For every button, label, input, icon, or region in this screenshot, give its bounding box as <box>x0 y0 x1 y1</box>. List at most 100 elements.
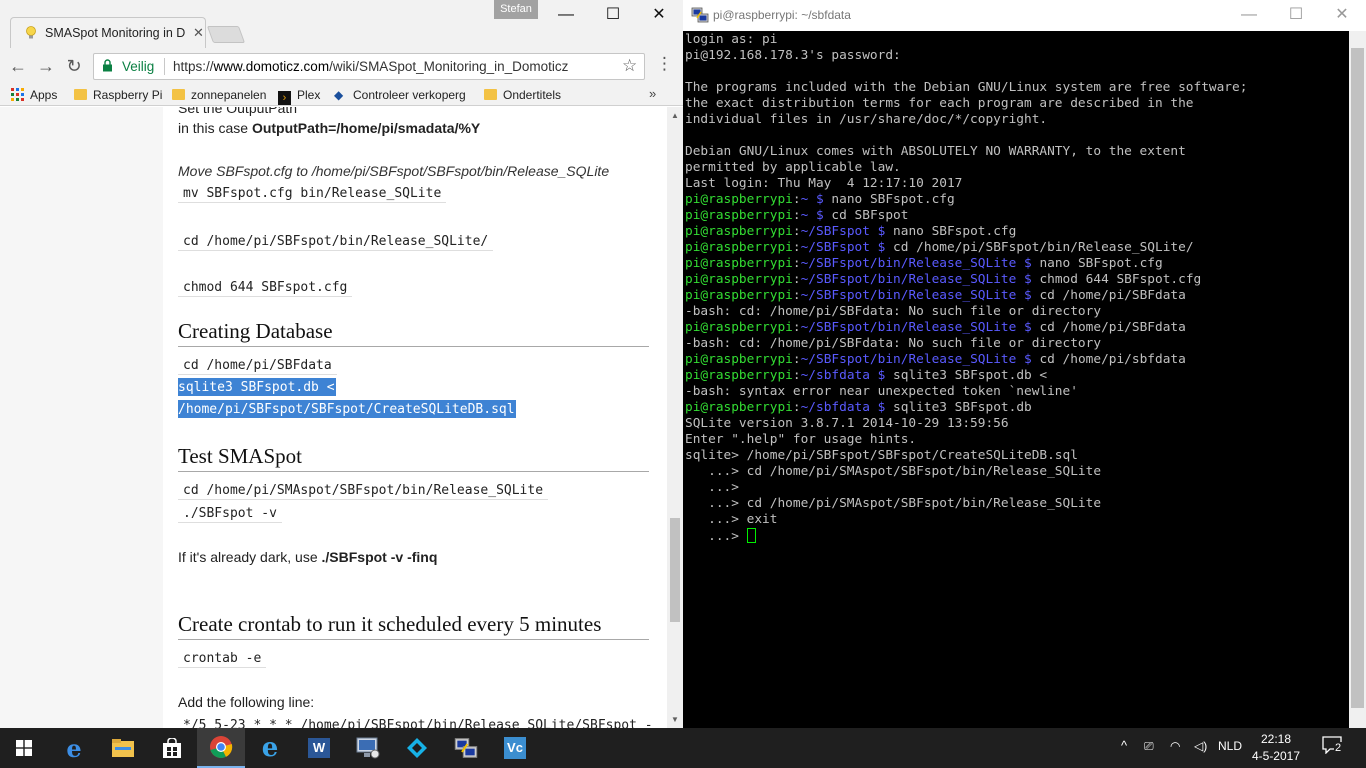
clock-time: 22:18 <box>1260 732 1292 746</box>
prompt-colon: : <box>792 400 801 415</box>
output-prefix: in this case <box>178 120 252 136</box>
terminal[interactable]: login as: pi pi@192.168.178.3's password:… <box>685 31 1347 728</box>
output-path-value: OutputPath=/home/pi/smadata/%Y <box>251 120 481 136</box>
heading-creating-database: Creating Database <box>178 319 649 347</box>
tab-close-icon[interactable]: ✕ <box>193 25 204 41</box>
page-scrollbar[interactable]: ▲ ▼ <box>667 107 683 728</box>
terminal-prompt-line: pi@raspberrypi:~/SBFspot/bin/Release_SQL… <box>685 272 1201 288</box>
url-path: /wiki/SMASpot_Monitoring_in_Domoticz <box>329 59 569 74</box>
terminal-output-line: Enter ".help" for usage hints. <box>685 432 917 447</box>
url-scheme: https:// <box>173 59 214 74</box>
bookmarks-overflow-icon[interactable]: » <box>649 86 656 101</box>
terminal-prompt-line: pi@raspberrypi:~ $ cd SBFspot <box>685 208 908 224</box>
scroll-down-icon[interactable]: ▼ <box>671 715 679 724</box>
code-cd-data: cd /home/pi/SBFdata <box>178 355 337 375</box>
bookmark-label: Controleer verkoperg <box>353 88 466 102</box>
minimize-icon[interactable]: — <box>1226 0 1272 30</box>
remote-desktop-icon[interactable] <box>344 728 392 768</box>
taskbar: e e W Vc ^ ⎚ ◠ ◁) NLD 22:18 4-5-2017 2 <box>0 728 1366 768</box>
bookmark-plex[interactable]: › Plex <box>278 86 321 105</box>
address-bar[interactable]: Veilig https://www.domoticz.com/wiki/SMA… <box>93 53 645 80</box>
internet-explorer-icon[interactable]: e <box>246 728 294 768</box>
dark-command: ./SBFspot -v -finq <box>321 549 438 565</box>
ie-glyph: e <box>261 733 279 763</box>
forward-icon[interactable]: → <box>34 54 58 78</box>
url-host: www.domoticz.com <box>213 59 330 74</box>
clock[interactable]: 22:18 4-5-2017 <box>1244 731 1308 765</box>
prompt-path: ~/SBFspot $ <box>800 240 886 255</box>
bookmark-apps[interactable]: Apps <box>11 86 57 104</box>
maximize-icon[interactable]: ☐ <box>1273 0 1319 30</box>
terminal-output-line: SQLite version 3.8.7.1 2014-10-29 13:59:… <box>685 416 1009 431</box>
prompt-colon: : <box>792 288 801 303</box>
bag-icon <box>163 738 181 758</box>
bookmark-label: Apps <box>30 88 58 102</box>
volume-icon[interactable]: ◁) <box>1194 739 1207 753</box>
bookmark-label: Plex <box>297 88 321 102</box>
close-icon[interactable]: ✕ <box>636 0 682 30</box>
terminal-output-line: individual files in /usr/share/doc/*/cop… <box>685 112 1048 127</box>
terminal-output-line: the exact distribution terms for each pr… <box>685 96 1194 111</box>
file-explorer-icon[interactable] <box>99 728 147 768</box>
notification-center-icon[interactable]: 2 <box>1322 736 1348 760</box>
terminal-prompt-line: pi@raspberrypi:~ $ nano SBFspot.cfg <box>685 192 955 208</box>
folder-icon <box>112 739 134 757</box>
code-mv: mv SBFspot.cfg bin/Release_SQLite <box>178 183 447 203</box>
code-sqlite-selected-2[interactable]: /home/pi/SBFspot/SBFspot/CreateSQLiteDB.… <box>178 400 516 418</box>
terminal-cursor <box>746 528 756 543</box>
bookmark-star-icon[interactable]: ☆ <box>622 56 637 76</box>
browser-tab[interactable]: SMASpot Monitoring in D ✕ <box>10 17 206 48</box>
secure-label: Veilig <box>122 59 155 74</box>
chrome-titlebar: SMASpot Monitoring in D ✕ Stefan — ☐ ✕ <box>0 0 683 48</box>
terminal-output-line: Last login: Thu May 4 12:17:10 2017 <box>685 176 963 191</box>
profile-badge[interactable]: Stefan <box>494 0 538 19</box>
scrollbar-thumb[interactable] <box>670 518 680 622</box>
prompt-colon: : <box>792 368 801 383</box>
monitor-icon <box>356 737 380 759</box>
tray-usb-icon[interactable]: ⎚ <box>1144 739 1154 754</box>
windows-start-icon[interactable] <box>0 728 48 768</box>
terminal-prompt-line: pi@raspberrypi:~/sbfdata $ sqlite3 SBFsp… <box>685 368 1047 384</box>
chrome-menu-icon[interactable]: ⋮ <box>656 54 673 74</box>
bookmark-raspberry-pi[interactable]: Raspberry Pi <box>74 86 162 104</box>
code-sqlite-selected-1[interactable]: sqlite3 SBFspot.db < <box>178 378 336 396</box>
terminal-output-line: ...> cd /home/pi/SMAspot/SBFspot/bin/Rel… <box>685 464 1102 479</box>
language-indicator[interactable]: NLD <box>1218 739 1242 753</box>
url-text[interactable]: https://www.domoticz.com/wiki/SMASpot_Mo… <box>173 59 568 74</box>
putty-icon[interactable] <box>442 728 490 768</box>
edge-icon[interactable]: e <box>50 728 98 768</box>
desktop: SMASpot Monitoring in D ✕ Stefan — ☐ ✕ ←… <box>0 0 1366 768</box>
bookmark-ondertitels[interactable]: Ondertitels <box>484 86 561 104</box>
store-icon[interactable] <box>148 728 196 768</box>
scroll-up-icon[interactable]: ▲ <box>671 111 679 120</box>
vnc-icon[interactable]: Vc <box>491 728 539 768</box>
web-page: Set the OutputPath in this case OutputPa… <box>0 107 667 728</box>
terminal-scrollbar[interactable] <box>1349 31 1366 728</box>
prompt-user: pi@raspberrypi <box>685 256 793 271</box>
terminal-prompt-line: pi@raspberrypi:~/SBFspot/bin/Release_SQL… <box>685 256 1163 272</box>
bookmark-label: Raspberry Pi <box>93 88 163 102</box>
folder-icon <box>484 89 497 100</box>
prompt-colon: : <box>792 224 801 239</box>
prompt-colon: : <box>792 256 801 271</box>
wifi-icon[interactable]: ◠ <box>1170 739 1180 753</box>
minimize-icon[interactable]: — <box>543 0 589 30</box>
word-icon[interactable]: W <box>295 728 343 768</box>
bookmark-label: zonnepanelen <box>191 88 267 102</box>
putty-app-icon <box>691 7 709 23</box>
reload-icon[interactable]: ↻ <box>62 54 86 78</box>
chrome-icon[interactable] <box>197 728 245 768</box>
back-icon[interactable]: ← <box>6 54 30 78</box>
kodi-icon[interactable] <box>393 728 441 768</box>
close-icon[interactable]: ✕ <box>1319 0 1365 30</box>
terminal-scrollbar-thumb[interactable] <box>1351 48 1364 708</box>
code-crontab: crontab -e <box>178 648 267 668</box>
bookmark-controleer[interactable]: ◆ Controleer verkoperg <box>334 86 470 104</box>
maximize-icon[interactable]: ☐ <box>590 0 636 30</box>
tray-chevron-icon[interactable]: ^ <box>1121 738 1127 753</box>
bookmark-zonnepanelen[interactable]: zonnepanelen <box>172 86 266 104</box>
terminal-prompt-line: pi@raspberrypi:~/SBFspot $ cd /home/pi/S… <box>685 240 1194 256</box>
prompt-command: nano SBFspot.cfg <box>823 192 955 207</box>
new-tab-button[interactable] <box>206 26 246 43</box>
prompt-command: cd /home/pi/sbfdata <box>1031 352 1186 367</box>
